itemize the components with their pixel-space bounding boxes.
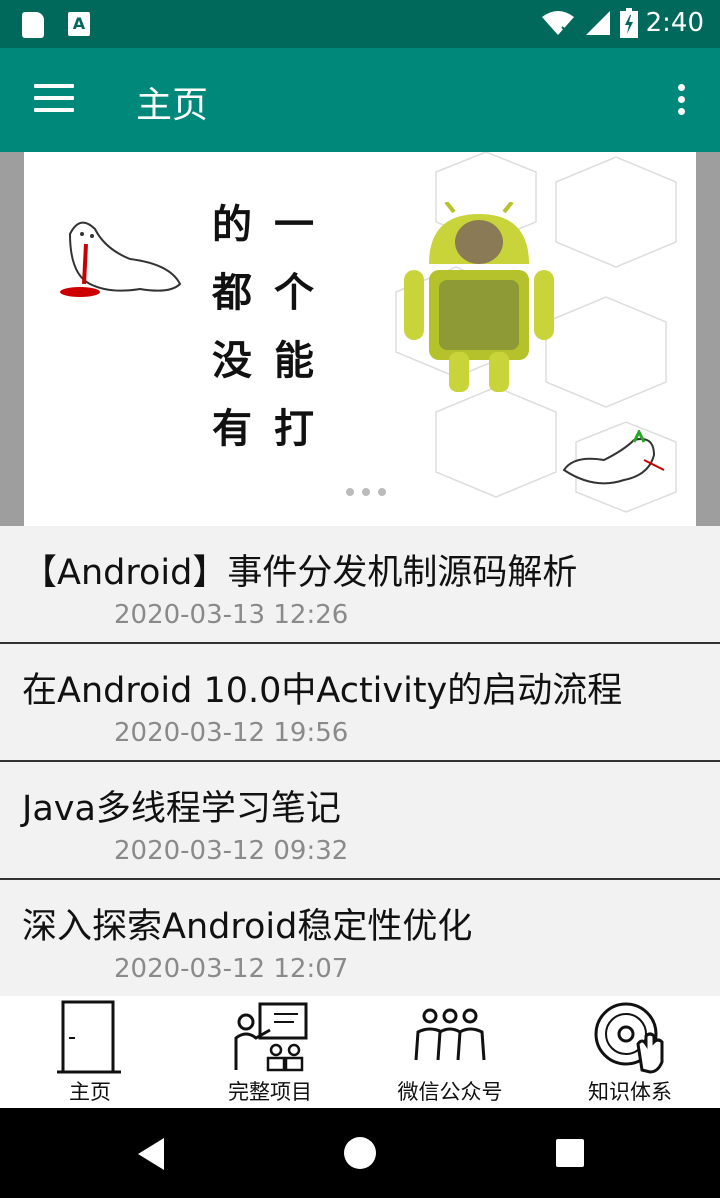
banner-char: 没 [212,338,252,384]
banner-char: 有 [212,406,252,452]
signal-icon [585,11,610,35]
a-icon: A [68,12,90,36]
door-icon [57,1000,121,1074]
banner-char: 打 [274,406,314,452]
list-item[interactable]: 在Android 10.0中Activity的启动流程 2020-03-12 1… [0,644,720,762]
carousel-indicator [346,488,386,496]
banner-char: 一 [274,202,314,248]
vinyl-hand-icon [594,1002,664,1074]
tab-label: 微信公众号 [397,1080,503,1104]
people-group-icon [414,1008,486,1061]
article-list: 【Android】事件分发机制源码解析 2020-03-13 12:26 在An… [0,526,720,996]
tab-wechat[interactable]: 微信公众号 [360,996,540,1108]
banner-char: 都 [212,270,252,316]
status-bar: A 2:40 [0,0,720,48]
tab-knowledge[interactable]: 知识体系 [540,996,720,1108]
article-date: 2020-03-13 12:26 [114,600,349,630]
meme-ghost-left [60,221,182,297]
teacher-board-icon [234,1002,308,1072]
banner-carousel[interactable]: 的 一 都 个 没 能 有 打 [0,152,720,526]
toolbar: 主页 [0,48,720,152]
banner-image[interactable]: 的 一 都 个 没 能 有 打 [24,152,696,526]
recents-icon[interactable] [556,1139,584,1167]
banner-char: 的 [212,202,252,248]
article-date: 2020-03-12 09:32 [114,836,349,866]
clock: 2:40 [645,8,704,38]
system-navigation-bar [0,1108,720,1198]
tab-label: 完整项目 [228,1080,312,1104]
home-icon[interactable] [344,1137,376,1169]
wifi-icon [541,11,574,35]
page-title: 主页 [136,85,209,126]
tab-projects[interactable]: 完整项目 [180,996,360,1108]
list-item[interactable]: 深入探索Android稳定性优化 2020-03-12 12:07 [0,880,720,996]
banner-char: 能 [274,338,314,384]
more-vert-icon[interactable] [678,84,686,120]
tab-label: 主页 [69,1080,111,1104]
article-title: 深入探索Android稳定性优化 [22,907,473,947]
battery-icon [619,8,638,38]
list-item[interactable]: 【Android】事件分发机制源码解析 2020-03-13 12:26 [0,526,720,644]
article-title: Java多线程学习笔记 [22,789,341,829]
menu-icon[interactable] [34,84,74,116]
article-title: 在Android 10.0中Activity的启动流程 [22,671,623,711]
article-date: 2020-03-12 19:56 [114,718,349,748]
muscle-android-icon [404,202,554,392]
banner-char: 个 [274,270,314,316]
back-icon[interactable] [138,1138,164,1170]
article-date: 2020-03-12 12:07 [114,954,349,984]
article-title: 【Android】事件分发机制源码解析 [22,553,578,593]
tab-label: 知识体系 [588,1080,672,1104]
banner-caption: 的 一 都 个 没 能 有 打 [212,192,336,454]
tab-home[interactable]: 主页 [0,996,180,1108]
list-item[interactable]: Java多线程学习笔记 2020-03-12 09:32 [0,762,720,880]
meme-ghost-right [562,430,665,485]
bottom-navigation: 主页 完整项目 微信公众号 知识体系 [0,996,720,1108]
sd-card-icon [22,12,44,38]
